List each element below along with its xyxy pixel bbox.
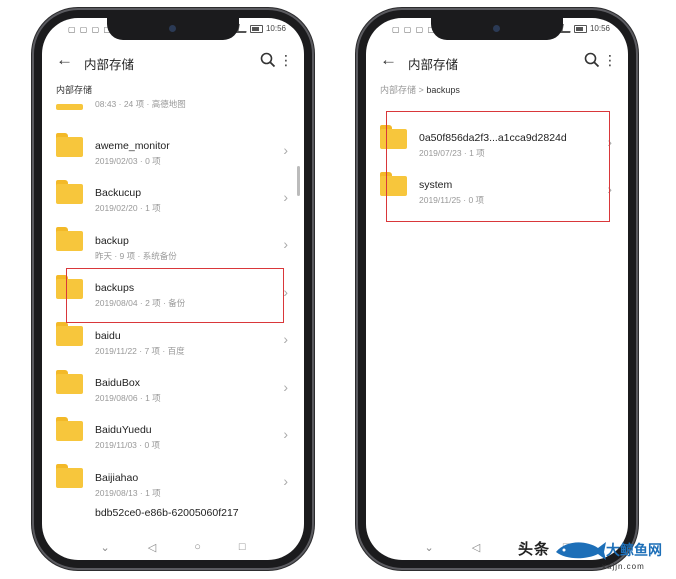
chevron-right-icon: ›: [283, 378, 288, 395]
nav-back-icon[interactable]: ◁: [148, 541, 156, 554]
list-item[interactable]: Backucup 2019/02/20 · 1 项 ›: [42, 173, 304, 220]
more-icon[interactable]: ⋮: [279, 53, 293, 67]
nav-recent-icon[interactable]: □: [239, 541, 246, 553]
nav-bar: ⌄ ◁ ○ □: [42, 534, 304, 560]
chevron-right-icon: ›: [283, 236, 288, 253]
title-bar: ← 内部存储 ⋮: [42, 48, 304, 78]
status-right: 10:56: [560, 24, 610, 33]
search-icon[interactable]: [584, 52, 600, 68]
chevron-right-icon: ›: [283, 141, 288, 158]
notch: [431, 18, 563, 40]
list-item-partial: bdb52ce0-e86b-62005060f217: [42, 505, 304, 517]
folder-icon: [56, 322, 83, 347]
watermark-wordmark: 大鲸鱼网: [606, 542, 662, 558]
chevron-right-icon: ›: [283, 331, 288, 348]
chevron-right-icon: ›: [283, 426, 288, 443]
status-time: 10:56: [589, 24, 610, 33]
list-item[interactable]: aweme_monitor 2019/02/03 · 0 项 ›: [42, 126, 304, 173]
partial-top-row: 08:43 · 24 项 · 高德地图: [42, 96, 304, 110]
item-name: bdb52ce0-e86b-62005060f217: [95, 507, 239, 518]
breadcrumb-separator: >: [418, 85, 424, 95]
folder-icon: [56, 227, 83, 252]
back-arrow-icon[interactable]: ←: [56, 50, 73, 70]
chevron-right-icon: ›: [283, 283, 288, 300]
page-title: 内部存储: [408, 58, 459, 72]
back-arrow-icon[interactable]: ←: [380, 50, 397, 70]
right-screen: ▢ ▢ ▢ ▢ 10:56 ← 内部存储 ⋮ 内部存储 > backups 0a…: [366, 18, 628, 560]
item-meta: 2019/02/03 · 0 项: [95, 156, 161, 166]
watermark-brand: 头条: [518, 541, 551, 558]
list-item[interactable]: Baijiahao 2019/08/13 · 1 项 ›: [42, 458, 304, 505]
nav-back-icon[interactable]: ◁: [472, 541, 480, 554]
item-name: BaiduBox: [95, 376, 140, 389]
item-name: BaiduYuedu: [95, 424, 152, 437]
battery-icon: [249, 24, 263, 33]
right-phone: ▢ ▢ ▢ ▢ 10:56 ← 内部存储 ⋮ 内部存储 > backups 0a…: [356, 8, 638, 570]
breadcrumb-root[interactable]: 内部存储: [380, 85, 416, 95]
item-meta: 2019/11/22 · 7 项 · 百度: [95, 345, 185, 356]
chevron-right-icon: ›: [283, 189, 288, 206]
item-meta: 2019/08/06 · 1 项: [95, 392, 161, 403]
status-icons: ▢ ▢ ▢ ▢: [68, 25, 112, 34]
battery-icon: [573, 24, 587, 33]
nav-home-icon[interactable]: ○: [194, 541, 201, 553]
item-name: Baijiahao: [95, 471, 139, 484]
list-item[interactable]: backup 昨天 · 9 项 · 系统备份 ›: [42, 221, 304, 268]
breadcrumb-root[interactable]: 内部存储: [56, 85, 92, 95]
item-name: aweme_monitor: [95, 140, 170, 152]
status-time: 10:56: [265, 24, 286, 33]
folder-icon: [56, 132, 83, 157]
item-name: baidu: [95, 329, 121, 342]
folder-icon: [56, 417, 83, 442]
breadcrumb-current: backups: [426, 85, 460, 95]
breadcrumb: 内部存储 > backups: [380, 83, 460, 96]
nav-down-icon[interactable]: ⌄: [425, 541, 434, 554]
status-right: 10:56: [236, 24, 286, 33]
breadcrumb: 内部存储: [56, 83, 92, 96]
folder-icon: [56, 464, 83, 489]
more-icon[interactable]: ⋮: [603, 53, 617, 67]
chevron-right-icon: ›: [283, 473, 288, 490]
watermark: 头条 大鲸鱼网 xajjn.com: [518, 538, 676, 576]
item-name: backup: [95, 234, 129, 247]
camera-icon: [493, 25, 500, 32]
partial-meta: 08:43 · 24 项 · 高德地图: [95, 99, 186, 109]
list-item[interactable]: BaiduYuedu 2019/11/03 · 0 项 ›: [42, 410, 304, 457]
whale-logo-icon: [556, 542, 606, 560]
watermark-site: xajjn.com: [602, 562, 645, 571]
title-bar: ← 内部存储 ⋮: [366, 48, 628, 78]
item-meta: 2019/02/20 · 1 项: [95, 203, 161, 214]
folder-icon: [56, 104, 83, 110]
folder-icon: [56, 369, 83, 394]
scrollbar[interactable]: [297, 166, 300, 196]
item-meta: 2019/08/13 · 1 项: [95, 487, 161, 498]
folder-icon: [56, 180, 83, 205]
page-title: 内部存储: [84, 58, 135, 72]
item-meta: 昨天 · 9 项 · 系统备份: [95, 250, 177, 261]
highlight-box: [386, 111, 610, 222]
status-icons: ▢ ▢ ▢ ▢: [392, 25, 436, 34]
search-icon[interactable]: [260, 52, 276, 68]
item-meta: 2019/11/03 · 0 项: [95, 440, 161, 451]
nav-down-icon[interactable]: ⌄: [101, 541, 110, 554]
highlight-box: [66, 268, 284, 323]
item-name: Backucup: [95, 187, 142, 200]
camera-icon: [169, 25, 176, 32]
notch: [107, 18, 239, 40]
list-item[interactable]: BaiduBox 2019/08/06 · 1 项 ›: [42, 363, 304, 410]
